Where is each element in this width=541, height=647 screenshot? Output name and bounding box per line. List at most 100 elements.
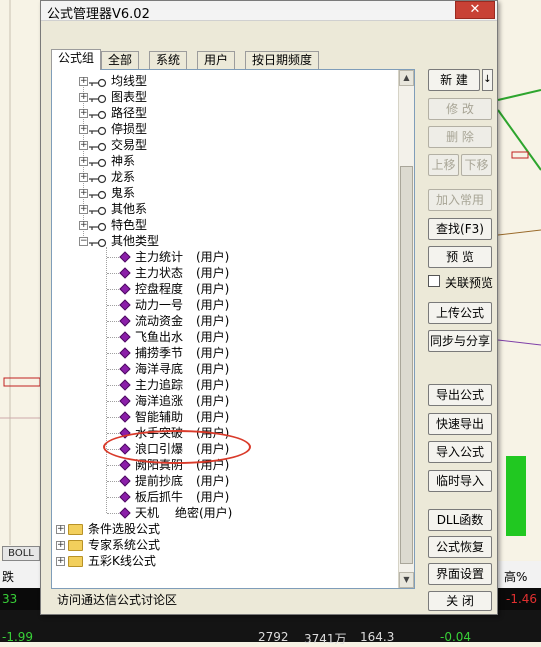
expand-icon[interactable]: + — [79, 205, 88, 214]
formula-item[interactable]: 海洋寻底 (用户) — [52, 361, 392, 377]
tree-group-label: 路径型 — [111, 106, 148, 120]
formula-name: 控盘程度 — [135, 282, 184, 296]
formula-item[interactable]: 主力统计 (用户) — [52, 249, 392, 265]
formula-diamond-icon — [119, 331, 131, 343]
modify-button[interactable]: 修 改 — [428, 98, 492, 120]
tree-group-node[interactable]: + 停损型 — [52, 121, 392, 137]
key-icon — [89, 156, 107, 168]
formula-diamond-icon — [119, 363, 131, 375]
sync-share-button[interactable]: 同步与分享 — [428, 330, 492, 352]
tree-group-node[interactable]: + 交易型 — [52, 137, 392, 153]
quick-export-button[interactable]: 快速导出 — [428, 413, 492, 435]
new-dropdown-arrow-icon[interactable]: ↓ — [482, 69, 493, 91]
expand-icon[interactable]: + — [79, 93, 88, 102]
formula-user-tag: (用户) — [196, 362, 230, 376]
tab-by-date-frequency[interactable]: 按日期频度 — [245, 51, 320, 69]
tree-group-node[interactable]: + 鬼系 — [52, 185, 392, 201]
formula-diamond-icon — [119, 395, 131, 407]
dll-function-button[interactable]: DLL函数 — [428, 509, 492, 531]
expand-icon[interactable]: + — [79, 221, 88, 230]
formula-item[interactable]: 动力一号 (用户) — [52, 297, 392, 313]
formula-name: 天机 — [135, 506, 160, 520]
formula-restore-button[interactable]: 公式恢复 — [428, 536, 492, 558]
formula-item[interactable]: 流动资金 (用户) — [52, 313, 392, 329]
tree-group-node[interactable]: + 其他系 — [52, 201, 392, 217]
formula-name: 主力状态 — [135, 266, 184, 280]
find-button[interactable]: 查找(F3) — [428, 218, 492, 240]
expand-icon[interactable]: + — [79, 141, 88, 150]
formula-diamond-icon — [119, 459, 131, 471]
formula-item[interactable]: 主力追踪 (用户) — [52, 377, 392, 393]
tree-group-node[interactable]: + 图表型 — [52, 89, 392, 105]
expand-icon[interactable]: + — [56, 557, 65, 566]
scroll-thumb[interactable] — [400, 166, 413, 564]
formula-user-tag: (用户) — [196, 378, 230, 392]
window-close-button[interactable]: ✕ — [455, 1, 495, 19]
expand-icon[interactable]: + — [79, 173, 88, 182]
close-button[interactable]: 关 闭 — [428, 591, 492, 611]
tab-all[interactable]: 全部 — [101, 51, 140, 69]
scroll-down-arrow-icon[interactable]: ▼ — [399, 572, 414, 588]
tree-group-label: 鬼系 — [111, 186, 136, 200]
expand-icon[interactable]: + — [79, 157, 88, 166]
formula-name: 海洋追涨 — [135, 394, 184, 408]
formula-item[interactable]: 捕捞季节 (用户) — [52, 345, 392, 361]
expand-icon[interactable]: + — [79, 109, 88, 118]
tree-group-node[interactable]: + 神系 — [52, 153, 392, 169]
move-up-button[interactable]: 上移 — [428, 154, 459, 176]
forum-link[interactable]: 访问通达信公式讨论区 — [57, 591, 177, 608]
expand-icon[interactable]: + — [56, 525, 65, 534]
expand-icon[interactable]: + — [79, 189, 88, 198]
formula-user-tag: (用户) — [196, 298, 230, 312]
link-preview-checkbox[interactable] — [428, 275, 440, 287]
formula-item[interactable]: 天机 绝密(用户) — [52, 505, 392, 521]
expand-icon[interactable]: + — [79, 77, 88, 86]
tree-group-node[interactable]: + 特色型 — [52, 217, 392, 233]
formula-item[interactable]: 提前抄底 (用户) — [52, 473, 392, 489]
tab-user[interactable]: 用户 — [197, 51, 236, 69]
preview-button[interactable]: 预 览 — [428, 246, 492, 268]
tree-scrollbar[interactable]: ▲ ▼ — [398, 70, 414, 588]
collapse-icon[interactable]: − — [79, 237, 88, 246]
ui-settings-button[interactable]: 界面设置 — [428, 563, 492, 585]
formula-item[interactable]: 主力状态 (用户) — [52, 265, 392, 281]
tree-guide-line — [107, 401, 119, 402]
formula-folder-node[interactable]: + 条件选股公式 — [52, 521, 392, 537]
formula-name: 流动资金 — [135, 314, 184, 328]
tree-group-node[interactable]: + 龙系 — [52, 169, 392, 185]
expand-icon[interactable]: + — [56, 541, 65, 550]
export-formula-button[interactable]: 导出公式 — [428, 384, 492, 406]
tree-group-node[interactable]: + 路径型 — [52, 105, 392, 121]
delete-button[interactable]: 删 除 — [428, 126, 492, 148]
formula-item[interactable]: 飞鱼出水 (用户) — [52, 329, 392, 345]
new-button[interactable]: 新 建 — [428, 69, 480, 91]
tab-system[interactable]: 系统 — [149, 51, 188, 69]
formula-folder-node[interactable]: + 五彩K线公式 — [52, 553, 392, 569]
expand-icon[interactable]: + — [79, 125, 88, 134]
formula-diamond-icon — [119, 267, 131, 279]
formula-folder-node[interactable]: + 专家系统公式 — [52, 537, 392, 553]
tab-formula-group[interactable]: 公式组 — [51, 49, 102, 70]
add-to-common-button[interactable]: 加入常用 — [428, 189, 492, 211]
boll-tab[interactable]: BOLL — [2, 546, 40, 561]
tree-guide-line — [107, 321, 119, 322]
formula-folder-label: 条件选股公式 — [88, 522, 161, 536]
formula-item[interactable]: 海洋追涨 (用户) — [52, 393, 392, 409]
highlight-annotation — [103, 430, 251, 464]
formula-item[interactable]: 智能辅助 (用户) — [52, 409, 392, 425]
formula-diamond-icon — [119, 347, 131, 359]
import-formula-button[interactable]: 导入公式 — [428, 441, 492, 463]
formula-user-tag: (用户) — [196, 250, 230, 264]
formula-tree[interactable]: + 均线型 + 图表型 + 路径型 + 停损型 + 交易型 + 神系 + 龙系 + 鬼系 + 其他系 + 特色型 − 其他… — [52, 70, 398, 588]
formula-name: 板后抓牛 — [135, 490, 184, 504]
tree-group-node[interactable]: − 其他类型 — [52, 233, 392, 249]
move-down-button[interactable]: 下移 — [461, 154, 492, 176]
scroll-up-arrow-icon[interactable]: ▲ — [399, 70, 414, 86]
title-bar[interactable]: 公式管理器V6.02 ✕ — [41, 1, 497, 22]
tree-group-node[interactable]: + 均线型 — [52, 73, 392, 89]
formula-item[interactable]: 控盘程度 (用户) — [52, 281, 392, 297]
temp-import-button[interactable]: 临时导入 — [428, 470, 492, 492]
upload-formula-button[interactable]: 上传公式 — [428, 302, 492, 324]
tree-group-label: 龙系 — [111, 170, 136, 184]
formula-item[interactable]: 板后抓牛 (用户) — [52, 489, 392, 505]
